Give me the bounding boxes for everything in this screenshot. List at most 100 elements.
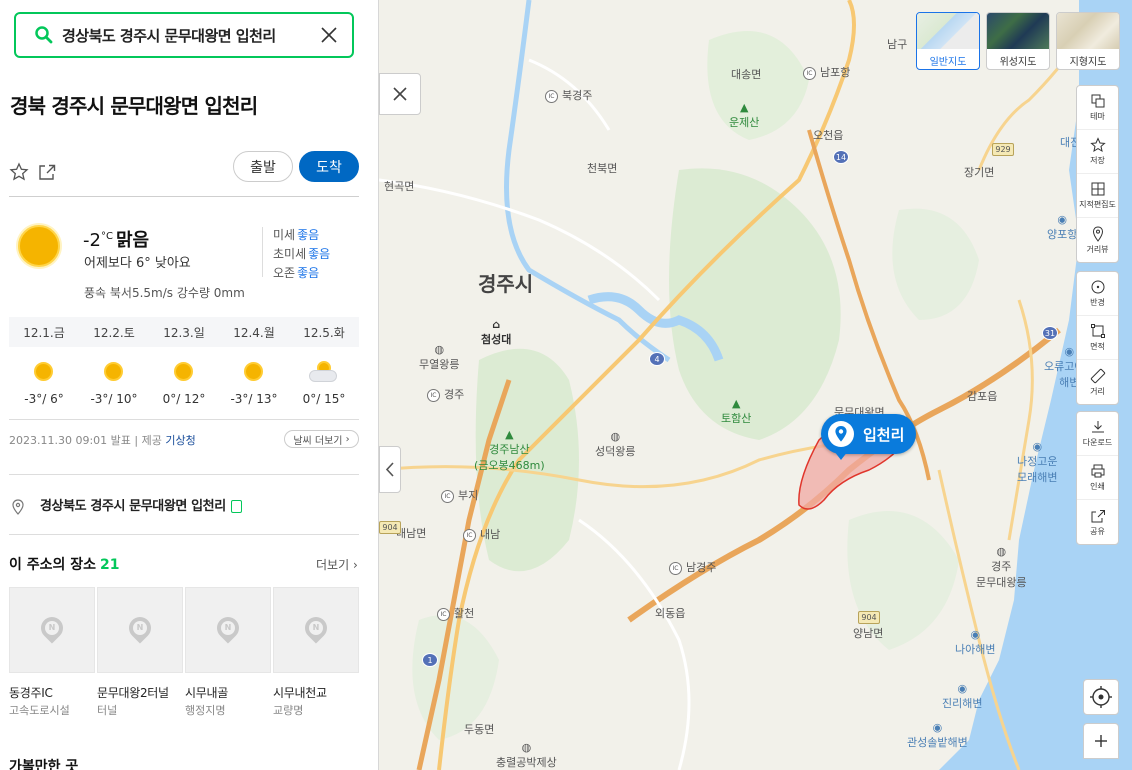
start-button[interactable]: 출발 xyxy=(233,151,293,182)
current-temperature: -2°C 맑음 xyxy=(83,230,150,251)
ic-label: IC 남포항 xyxy=(803,64,850,80)
weather-more-button[interactable]: 날씨 더보기 › xyxy=(284,430,359,448)
ic-label: IC 활천 xyxy=(437,605,474,621)
theme-tool[interactable]: 테마 xyxy=(1077,86,1118,130)
close-icon xyxy=(393,87,407,101)
measure-tools-group: 반경 면적 거리 xyxy=(1076,271,1119,405)
cadastral-tool[interactable]: 지적편집도 xyxy=(1077,174,1118,218)
place-name[interactable]: 문무대왕2터널 xyxy=(97,684,169,701)
mountain-label: ▲ 경주남산 (금오봉468m) xyxy=(474,428,545,472)
map-label: 양남면 xyxy=(853,627,884,640)
radius-icon xyxy=(1091,280,1104,294)
share-icon[interactable] xyxy=(37,162,57,182)
divider xyxy=(9,534,359,535)
area-tool[interactable]: 면적 xyxy=(1077,316,1118,360)
streetview-tool[interactable]: 거리뷰 xyxy=(1077,218,1118,262)
place-marker[interactable]: 입천리 xyxy=(821,414,917,454)
landmark-label: ◍ 충렬공박제상 xyxy=(496,741,557,769)
zoom-in-button[interactable] xyxy=(1083,723,1119,759)
grid-icon xyxy=(1091,182,1104,196)
air-quality-pm10: 미세 좋음 xyxy=(273,228,320,242)
close-panel-button[interactable] xyxy=(379,73,421,115)
place-category: 교량명 xyxy=(273,704,304,717)
mountain-label: ▲ 운제산 xyxy=(729,101,760,129)
print-tool[interactable]: 인쇄 xyxy=(1077,456,1118,500)
maptype-label: 지형지도 xyxy=(1069,57,1107,68)
maptype-satellite[interactable]: 위성지도 xyxy=(986,12,1050,70)
place-placeholder-icon: N xyxy=(124,612,156,644)
air-quality-ozone: 오존 좋음 xyxy=(273,266,320,280)
cloud-icon xyxy=(309,370,337,382)
place-title: 경북 경주시 문무대왕면 입천리 xyxy=(10,94,258,118)
search-icon xyxy=(35,26,53,44)
divider xyxy=(9,419,359,420)
place-name[interactable]: 시무내천교 xyxy=(273,684,327,701)
search-query[interactable]: 경상북도 경주시 문무대왕면 입천리 xyxy=(62,25,276,46)
map-canvas[interactable]: 경주시 대송면 오천읍 천북면 현곡면 장기면 감포읍 외동읍 양남면 두동면 … xyxy=(379,0,1132,770)
place-thumbnail[interactable]: N xyxy=(185,587,271,673)
beach-label: ◉ 진리해변 xyxy=(942,682,983,710)
divider xyxy=(262,227,263,277)
print-icon xyxy=(1091,464,1104,478)
place-category: 고속도로시설 xyxy=(9,704,70,717)
sun-icon xyxy=(104,362,123,381)
save-tool[interactable]: 저장 xyxy=(1077,130,1118,174)
places-more-link[interactable]: 더보기 › xyxy=(316,556,358,573)
share-icon xyxy=(1091,509,1105,522)
place-thumbnail[interactable]: N xyxy=(97,587,183,673)
search-input[interactable]: 경상북도 경주시 문무대왕면 입천리 xyxy=(14,12,354,58)
radius-tool[interactable]: 반경 xyxy=(1077,272,1118,316)
ic-label: IC 북경주 xyxy=(545,87,592,103)
divider xyxy=(9,196,359,197)
ic-label: IC 경주 xyxy=(427,386,464,402)
download-tool[interactable]: 다운로드 xyxy=(1077,412,1118,456)
area-icon xyxy=(1090,324,1105,338)
place-thumbnail[interactable]: N xyxy=(9,587,95,673)
clear-search-icon[interactable] xyxy=(318,24,340,46)
landmark-label: ⌂ 첨성대 xyxy=(481,318,512,346)
my-location-button[interactable] xyxy=(1083,679,1119,715)
place-thumbnail[interactable]: N xyxy=(273,587,359,673)
star-icon[interactable] xyxy=(9,162,29,182)
map-label: 남구 xyxy=(887,38,908,51)
sun-icon xyxy=(34,362,53,381)
wind-info: 풍속 북서5.5m/s 강수량 0mm xyxy=(84,286,245,300)
mountain-label: ▲ 토함산 xyxy=(721,397,752,425)
output-tools-group: 다운로드 인쇄 공유 xyxy=(1076,411,1119,545)
map-label: 대송면 xyxy=(731,68,762,81)
place-category: 행정지명 xyxy=(185,704,226,717)
place-category: 터널 xyxy=(97,704,118,717)
places-section-title: 이 주소의 장소 21 xyxy=(9,557,120,573)
landmark-label: ◍ 경주 문무대왕릉 xyxy=(976,545,1027,589)
route-shield: 4 xyxy=(649,352,665,366)
maptype-terrain[interactable]: 지형지도 xyxy=(1056,12,1120,70)
pin-icon xyxy=(828,421,854,447)
route-shield: 904 xyxy=(858,611,880,624)
collapse-panel-button[interactable] xyxy=(379,446,401,493)
landmark-label: ◍ 무열왕릉 xyxy=(419,343,460,371)
arrive-button[interactable]: 도착 xyxy=(299,151,359,182)
copy-icon[interactable] xyxy=(230,500,242,513)
map-label: 천북면 xyxy=(587,162,618,175)
landmark-label: ◍ 성덕왕릉 xyxy=(595,430,636,458)
beach-label: ◉ 나아해변 xyxy=(955,628,996,656)
temperature-compare: 어제보다 6° 낮아요 xyxy=(84,256,191,271)
map-label: 현곡면 xyxy=(384,180,415,193)
marker-tail xyxy=(834,451,848,460)
sun-icon xyxy=(174,362,193,381)
normal-map-thumbnail xyxy=(917,13,979,49)
sun-icon xyxy=(244,362,263,381)
air-quality-pm25: 초미세 좋음 xyxy=(273,247,331,261)
recommend-section-title: 가볼만한 곳 xyxy=(9,759,79,770)
distance-tool[interactable]: 거리 xyxy=(1077,360,1118,404)
route-shield: 904 xyxy=(379,521,401,534)
place-name[interactable]: 시무내골 xyxy=(185,684,228,701)
forecast-issued: 2023.11.30 09:01 발표 | 제공 기상청 xyxy=(9,434,196,447)
layers-icon xyxy=(1091,94,1104,108)
place-name[interactable]: 동경주IC xyxy=(9,684,53,701)
share-tool[interactable]: 공유 xyxy=(1077,500,1118,544)
map-tools-group: 테마 저장 지적편집도 거리뷰 xyxy=(1076,85,1119,263)
map-label: 오천읍 xyxy=(813,129,844,142)
maptype-normal[interactable]: 일반지도 xyxy=(916,12,980,70)
beach-label: ◉ 나정고운 모래해변 xyxy=(1017,440,1058,484)
